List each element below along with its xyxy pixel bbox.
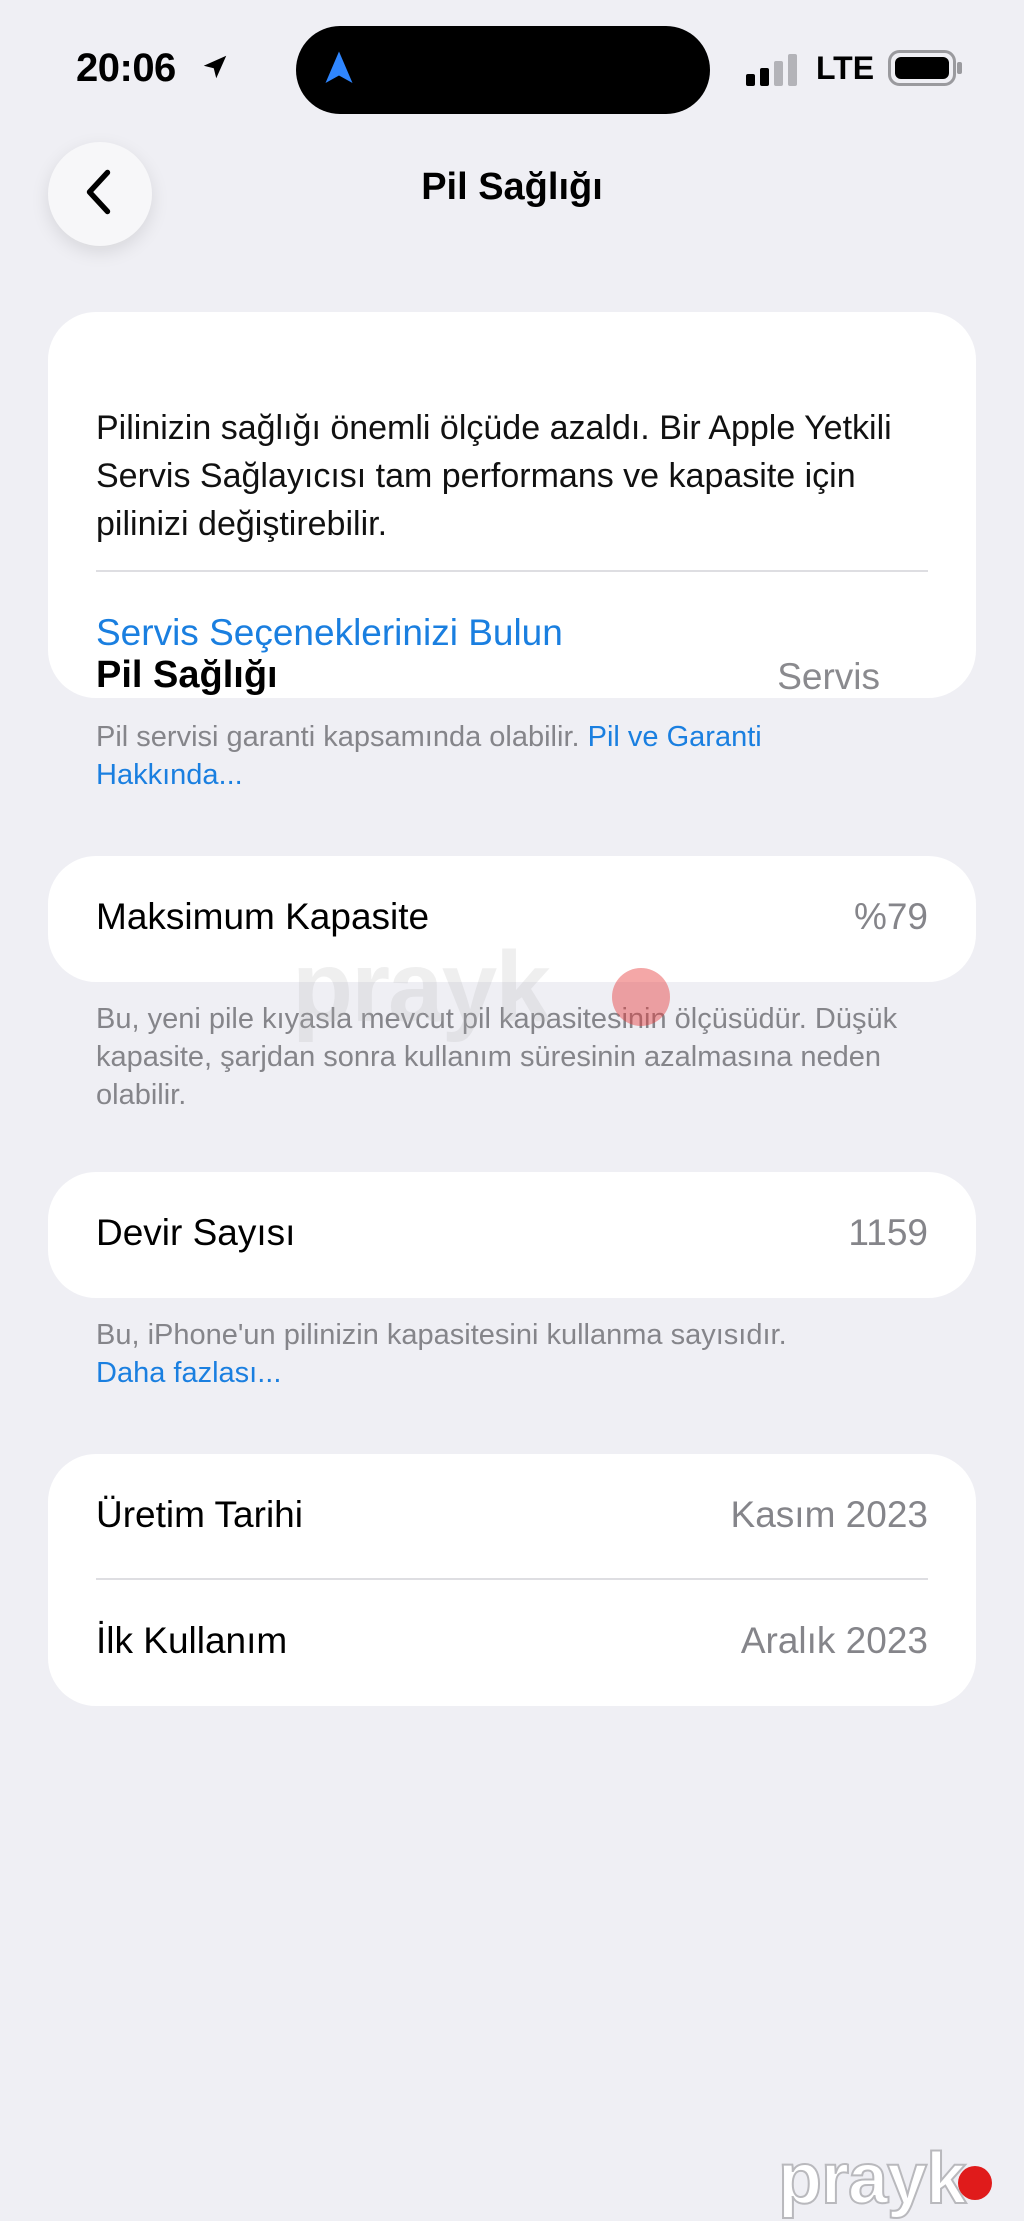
- more-info-link[interactable]: Daha fazlası...: [96, 1357, 281, 1389]
- signal-icon: [746, 52, 802, 86]
- cycle-count-label: Devir Sayısı: [96, 1212, 296, 1253]
- manufacture-date-value: Kasım 2023: [730, 1494, 928, 1535]
- cycle-count-value: 1159: [848, 1212, 928, 1253]
- battery-health-footer: Pil servisi garanti kapsamında olabilir.…: [96, 718, 916, 794]
- divider: [96, 570, 928, 572]
- navigation-icon: [324, 50, 354, 91]
- first-use-label: İlk Kullanım: [96, 1620, 288, 1661]
- manufacture-date-label: Üretim Tarihi: [96, 1494, 303, 1535]
- dates-card: [48, 1454, 976, 1706]
- status-bar: 20:06 LTE: [0, 0, 1024, 120]
- footer-text: Pil servisi garanti kapsamında olabilir.: [96, 721, 580, 753]
- status-time: 20:06: [76, 46, 176, 90]
- watermark-dot: [612, 968, 670, 1026]
- find-service-options-link[interactable]: Servis Seçeneklerinizi Bulun: [96, 612, 563, 654]
- network-type: LTE: [816, 50, 875, 86]
- divider: [96, 1578, 928, 1580]
- battery-icon: [888, 50, 964, 91]
- watermark-logo: prayk: [292, 931, 551, 1043]
- footer-text: Bu, iPhone'un pilinizin kapasitesini kul…: [96, 1319, 787, 1351]
- battery-health-title: Pil Sağlığı: [96, 654, 278, 696]
- max-capacity-value: %79: [853, 896, 928, 937]
- battery-health-description: Pilinizin sağlığı önemli ölçüde azaldı. …: [96, 409, 892, 543]
- page-title: Pil Sağlığı: [421, 166, 603, 208]
- first-use-value: Aralık 2023: [740, 1620, 928, 1661]
- location-arrow-icon: [200, 52, 230, 87]
- watermark-logo-corner: prayk: [777, 2138, 967, 2220]
- battery-health-status: Servis: [777, 656, 880, 697]
- watermark-dot-corner: [958, 2166, 992, 2200]
- cycle-count-footer: Bu, iPhone'un pilinizin kapasitesini kul…: [96, 1316, 916, 1392]
- dynamic-island: [296, 26, 710, 114]
